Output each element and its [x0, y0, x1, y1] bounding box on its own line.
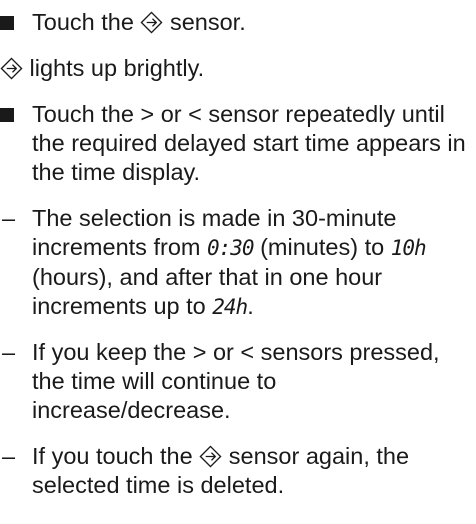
result-text-after: lights up brightly.: [29, 55, 205, 81]
delayed-start-sensor-icon: [199, 445, 222, 468]
note-text-part: .: [247, 293, 254, 319]
time-display-value: 10h: [390, 236, 427, 260]
step-bullet-square: [0, 108, 14, 122]
time-display-value: 24h: [212, 295, 248, 319]
delayed-start-sensor-icon: [140, 11, 163, 34]
note-text: If you keep the > or < sensors pressed, …: [32, 339, 440, 423]
step-text-after: sensor.: [169, 9, 246, 35]
note-dash: –: [2, 339, 16, 365]
note-text: If you touch the sensor again, the selec…: [32, 442, 472, 500]
note-dash: –: [2, 205, 16, 231]
step-text-before: Touch the: [32, 9, 134, 35]
result-text: lights up brightly.: [0, 54, 440, 83]
note-selection-increments: – The selection is made in 30-minute inc…: [0, 204, 476, 322]
result-sensor-lights-up: lights up brightly.: [0, 54, 476, 83]
note-text-part: (hours), and after that in one hour incr…: [32, 264, 383, 319]
step-bullet-square: [0, 16, 14, 30]
note-dash: –: [2, 443, 16, 469]
note-touch-again-deletes: – If you touch the sensor again, the sel…: [0, 442, 476, 500]
note-text-part: (minutes) to: [260, 234, 385, 260]
time-display-value: 0:30: [207, 236, 255, 260]
step-text: Touch the > or < sensor repeatedly until…: [32, 101, 466, 185]
instruction-step-select-time: Touch the > or < sensor repeatedly until…: [0, 100, 476, 187]
delayed-start-sensor-icon: [0, 57, 23, 80]
note-text-before: If you touch the: [32, 443, 193, 469]
instruction-step-touch-delay-sensor: Touch the sensor.: [0, 8, 476, 37]
note-text: The selection is made in 30-minute incre…: [32, 204, 472, 322]
note-keep-sensors-pressed: – If you keep the > or < sensors pressed…: [0, 338, 476, 425]
step-text: Touch the sensor.: [32, 8, 472, 37]
